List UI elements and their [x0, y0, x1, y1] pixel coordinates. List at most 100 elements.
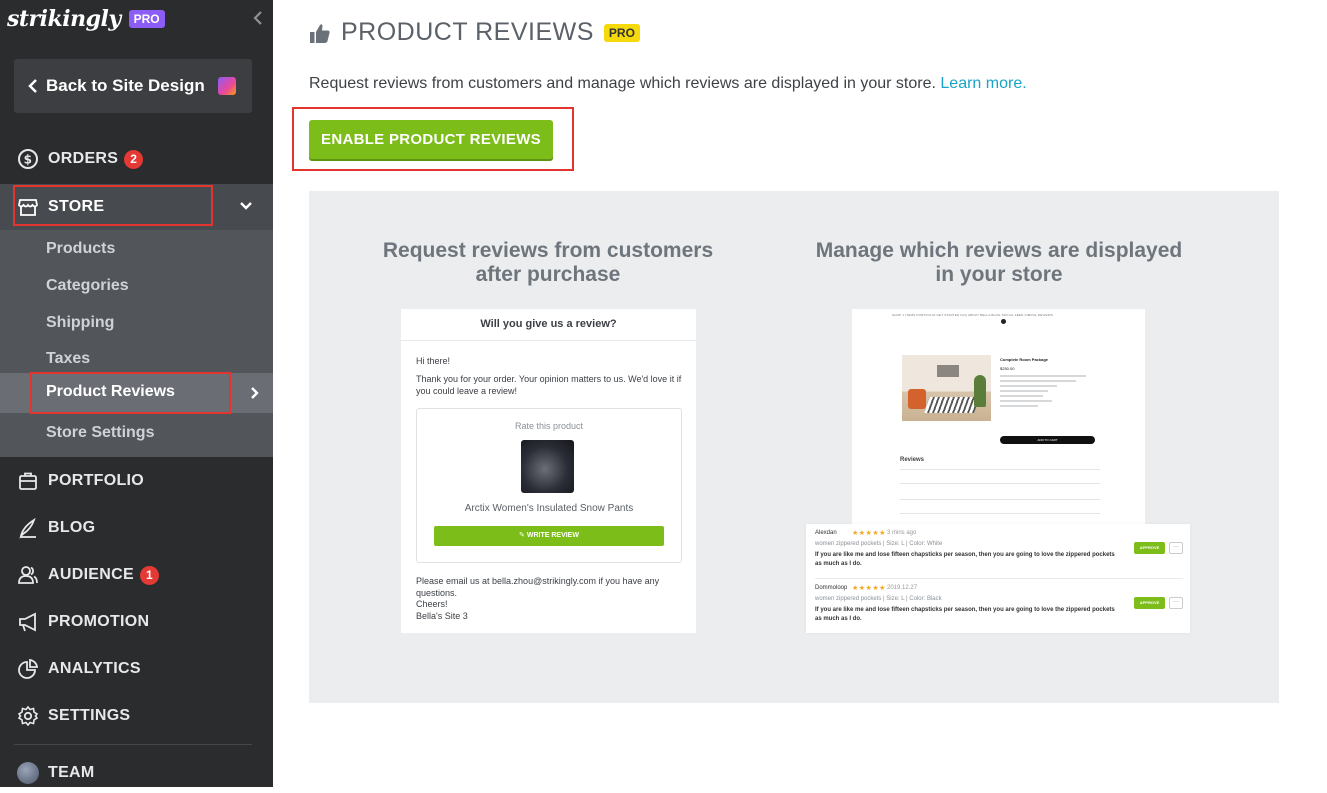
pro-badge-title: PRO: [603, 23, 640, 42]
sidebar-item-categories[interactable]: Categories: [46, 277, 129, 295]
store-reviews-heading: Reviews: [900, 457, 925, 463]
left-feature-heading: Request reviews from customers after pur…: [368, 239, 728, 287]
sidebar-item-shipping[interactable]: Shipping: [46, 314, 114, 332]
nav-portfolio[interactable]: PORTFOLIO: [0, 461, 273, 501]
email-footer: Please email us at bella.zhou@strikingly…: [416, 576, 660, 598]
nav-analytics[interactable]: ANALYTICS: [0, 649, 273, 689]
audience-count-badge: 1: [139, 565, 159, 585]
orders-count-badge: 2: [124, 149, 144, 169]
write-review-label: WRITE REVIEW: [526, 532, 579, 539]
more-options-icon: ···: [1169, 542, 1183, 554]
left-heading-line2: after purchase: [475, 263, 621, 286]
sidebar-divider: [14, 744, 252, 745]
nav-audience-label: AUDIENCE: [48, 566, 134, 583]
nav-promotion[interactable]: PROMOTION: [0, 602, 273, 642]
reviewer-name: Alexdan: [815, 530, 837, 536]
site-thumbnail-icon: [218, 77, 236, 95]
nav-blog[interactable]: BLOG: [0, 508, 273, 548]
product-description-lines: [1000, 375, 1095, 410]
review-item: Dommoloop ★★★★★ 2019.12.27 women zippere…: [815, 581, 1183, 633]
email-body: Thank you for your order. Your opinion m…: [416, 374, 682, 396]
chevron-left-icon: [28, 79, 37, 93]
sidebar-item-store-settings[interactable]: Store Settings: [46, 424, 154, 442]
review-divider-4: [900, 513, 1100, 514]
review-stars: ★★★★★: [852, 530, 886, 537]
brand[interactable]: strikingly PRO: [7, 6, 165, 32]
gear-icon: [17, 705, 39, 727]
nav-settings-label: SETTINGS: [48, 707, 131, 724]
pie-chart-icon: [17, 658, 39, 680]
nav-promotion-label: PROMOTION: [48, 613, 150, 630]
rate-label: Rate this product: [514, 421, 584, 431]
email-site-name: Bella's Site 3: [416, 611, 468, 621]
briefcase-icon: [17, 470, 39, 492]
nav-team-label: TEAM: [48, 764, 95, 781]
store-page-preview: SHOP 1 ITEMS PORTFOLIO GET STARTED FAQ A…: [852, 309, 1145, 529]
right-heading-line1: Manage which reviews are displayed: [815, 239, 1183, 262]
sidebar-item-products[interactable]: Products: [46, 240, 115, 258]
review-item: Alexdan ★★★★★ 3 mins ago women zippered …: [815, 526, 1183, 578]
pen-icon: [17, 517, 39, 539]
back-button-label: Back to Site Design: [46, 76, 205, 95]
review-request-email-preview: Will you give us a review? Hi there! Tha…: [401, 309, 696, 633]
review-divider-3: [900, 499, 1100, 500]
sidebar-item-taxes[interactable]: Taxes: [46, 350, 90, 368]
left-heading-line1: Request reviews from customers: [382, 239, 714, 262]
page-title: PRODUCT REVIEWS: [341, 18, 594, 46]
nav-team[interactable]: TEAM: [0, 753, 273, 793]
right-heading-line2: in your store: [935, 263, 1063, 286]
collapse-sidebar-icon[interactable]: [251, 9, 265, 27]
review-meta: women zippered pockets | Size: L | Color…: [815, 541, 943, 547]
approve-button: APPROVE: [1134, 597, 1165, 609]
chevron-right-icon: [251, 387, 259, 399]
store-logo: [1001, 319, 1006, 324]
approve-button: APPROVE: [1134, 542, 1165, 554]
review-time: 2019.12.27: [887, 585, 918, 591]
product-image: [521, 440, 574, 493]
review-stars: ★★★★★: [852, 585, 886, 592]
email-signoff: Cheers!: [416, 599, 448, 609]
sidebar: strikingly PRO Back to Site Design $ ORD…: [0, 0, 273, 787]
page-description: Request reviews from customers and manag…: [309, 75, 1027, 93]
chevron-down-icon[interactable]: [239, 201, 253, 211]
rate-product-box: Rate this product Arctix Women's Insulat…: [416, 408, 682, 563]
review-divider-1: [900, 469, 1100, 470]
product-room-image: [902, 355, 991, 421]
more-options-icon: ···: [1169, 597, 1183, 609]
review-management-card: Alexdan ★★★★★ 3 mins ago women zippered …: [806, 524, 1190, 633]
dollar-circle-icon: $: [17, 148, 39, 170]
review-meta: women zippered pockets | Size: L | Color…: [815, 596, 942, 602]
review-text: If you are like me and lose fifteen chap…: [815, 552, 1115, 567]
feature-panel: Request reviews from customers after pur…: [309, 191, 1279, 703]
email-greeting: Hi there!: [416, 356, 451, 366]
svg-text:$: $: [24, 153, 33, 167]
learn-more-link[interactable]: Learn more.: [940, 75, 1026, 92]
email-header: Will you give us a review?: [401, 309, 696, 341]
audience-icon: [17, 564, 39, 586]
write-review-button: ✎ WRITE REVIEW: [434, 526, 664, 546]
nav-orders-label: ORDERS: [48, 150, 119, 167]
back-to-site-design-button[interactable]: Back to Site Design: [14, 59, 252, 113]
pro-badge: PRO: [128, 10, 165, 28]
nav-orders[interactable]: $ ORDERS 2: [0, 139, 273, 179]
highlight-product-reviews: [30, 372, 231, 414]
nav-analytics-label: ANALYTICS: [48, 660, 141, 677]
reviewer-name: Dommoloop: [815, 585, 848, 591]
description-text: Request reviews from customers and manag…: [309, 75, 936, 92]
right-feature-heading: Manage which reviews are displayed in yo…: [794, 239, 1204, 287]
megaphone-icon: [17, 611, 39, 633]
review-time: 3 mins ago: [887, 530, 917, 536]
nav-settings[interactable]: SETTINGS: [0, 696, 273, 736]
store-nav-bar: SHOP 1 ITEMS PORTFOLIO GET STARTED FAQ A…: [892, 313, 1053, 317]
store-product-title: Complete Room Package: [1000, 357, 1049, 362]
nav-blog-label: BLOG: [48, 519, 96, 536]
nav-audience[interactable]: AUDIENCE 1: [0, 555, 273, 595]
store-product-price: $250.00: [1000, 366, 1015, 371]
product-name: Arctix Women's Insulated Snow Pants: [464, 503, 634, 514]
review-text: If you are like me and lose fifteen chap…: [815, 607, 1115, 622]
page-header: PRODUCT REVIEWS PRO: [309, 18, 640, 47]
team-avatar: [17, 762, 39, 784]
main-content: PRODUCT REVIEWS PRO Request reviews from…: [273, 0, 1327, 787]
strikingly-logo[interactable]: strikingly: [7, 6, 121, 32]
thumbs-up-icon: [310, 23, 330, 43]
